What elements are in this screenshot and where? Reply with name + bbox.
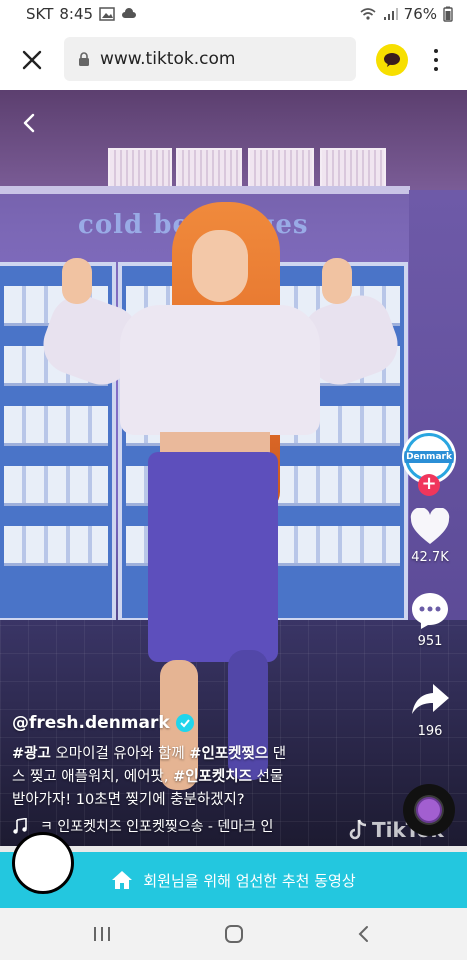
like-group: 42.7K [400, 508, 460, 565]
scene-basket [248, 148, 314, 188]
status-bar: SKT 8:45 76% [0, 0, 467, 30]
music-title: ㅋ 인포켓치즈 인포켓찢으송 - 덴마크 인 [40, 819, 274, 835]
share-count: 196 [417, 724, 443, 739]
battery-percent: 76% [403, 5, 437, 23]
home-nav-button[interactable] [220, 920, 248, 948]
system-nav-bar [0, 908, 467, 960]
heart-icon[interactable] [409, 508, 451, 546]
cloud-icon [122, 8, 137, 18]
status-right: 76% [360, 5, 453, 23]
image-icon [99, 7, 115, 21]
hashtag-link[interactable]: #인포켓치즈 [173, 769, 252, 785]
battery-icon [443, 6, 453, 22]
creator-username[interactable]: @fresh.denmark [12, 713, 194, 733]
scene-basket [108, 148, 172, 188]
lock-icon [79, 51, 89, 66]
banner-text: 회원님을 위해 엄선한 추천 동영상 [143, 871, 356, 890]
close-tab-button[interactable] [18, 46, 46, 74]
caption-text: 스 찢고 애플워치, 에어팟, [12, 769, 174, 785]
signal-icon [383, 8, 398, 20]
comment-group: 951 [400, 590, 460, 649]
close-icon [22, 50, 42, 70]
clock: 8:45 [59, 5, 94, 23]
share-icon[interactable] [409, 680, 451, 720]
comment-icon[interactable] [409, 590, 451, 630]
recent-apps-icon [94, 927, 110, 941]
caption-text: 댄 [268, 746, 287, 762]
video-player[interactable]: cold beverages Denmark + 42.7K 951 196 [0, 90, 467, 850]
url-bar[interactable]: www.tiktok.com [64, 37, 356, 81]
dancer-hand [322, 258, 352, 304]
chevron-left-icon [23, 113, 35, 133]
more-vert-icon[interactable] [426, 46, 446, 74]
status-left: SKT 8:45 [26, 5, 137, 23]
recent-apps-button[interactable] [88, 920, 116, 948]
share-group: 196 [400, 680, 460, 739]
dancer-face [192, 230, 248, 302]
kakao-chat-icon [384, 53, 400, 67]
dancer-hand [62, 258, 92, 304]
music-note-icon [13, 818, 27, 834]
hashtag-link[interactable]: #광고 [12, 746, 51, 762]
music-disc-button[interactable] [403, 784, 455, 836]
video-back-button[interactable] [14, 108, 44, 138]
music-ticker[interactable]: ㅋ 인포켓치즈 인포켓찢으송 - 덴마크 인 [12, 816, 332, 836]
dancer-shorts [148, 452, 278, 662]
home-icon [112, 871, 133, 889]
scene-basket [320, 148, 386, 188]
like-count: 42.7K [411, 550, 449, 565]
caption-text: 선물 [251, 769, 284, 785]
video-caption: #광고 오마이걸 유아와 함께 #인포켓찢으 댄 스 찢고 애플워치, 에어팟,… [12, 743, 322, 812]
wifi-icon [360, 8, 376, 20]
follow-button[interactable]: + [418, 474, 440, 496]
music-disc-art [416, 797, 442, 823]
caption-text: 오마이걸 유아와 함께 [50, 746, 190, 762]
username-text: @fresh.denmark [12, 713, 170, 733]
browser-bar: www.tiktok.com [0, 30, 467, 90]
kakao-share-button[interactable] [376, 44, 408, 76]
back-icon [358, 926, 368, 942]
scene-basket [176, 148, 242, 188]
floating-circle-button[interactable] [12, 832, 74, 894]
comment-count: 951 [417, 634, 443, 649]
scene-shelf [0, 186, 410, 194]
dancer-hoodie [120, 305, 320, 435]
url-text: www.tiktok.com [100, 49, 236, 69]
back-nav-button[interactable] [350, 920, 378, 948]
home-circle-icon [225, 925, 243, 943]
verified-badge-icon [175, 714, 194, 732]
tiktok-logo-icon [349, 819, 367, 840]
carrier-label: SKT [26, 5, 54, 23]
avatar-brand-label: Denmark [404, 451, 454, 463]
hashtag-link[interactable]: #인포켓찢으 [189, 746, 268, 762]
caption-text: 받아가자! 10초면 찢기에 충분하겠지? [12, 792, 245, 808]
